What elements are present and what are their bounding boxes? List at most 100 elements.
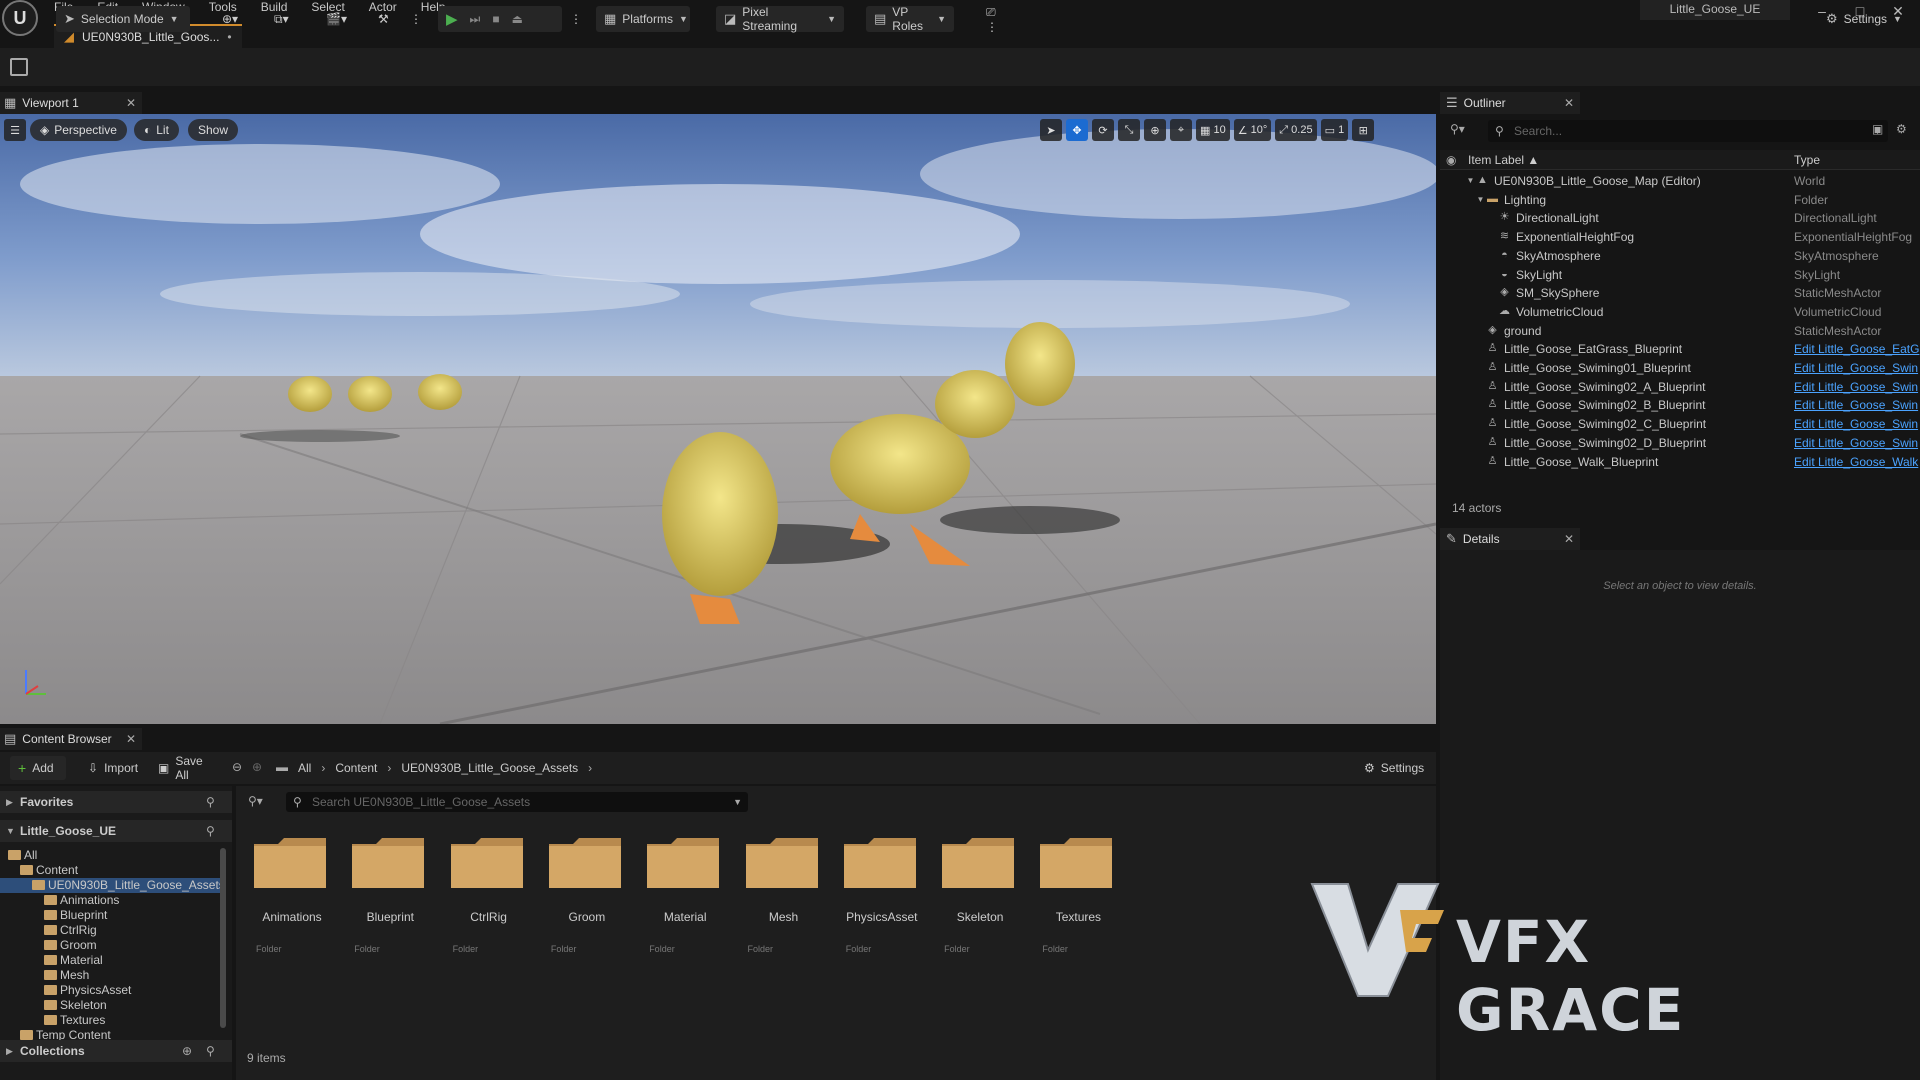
step-icon[interactable]: ⏭ xyxy=(470,12,481,27)
tree-folder[interactable]: Mesh xyxy=(0,968,220,983)
outliner-row[interactable]: ♙ Little_Goose_Swiming02_C_Blueprint Edit … xyxy=(1440,415,1920,434)
build-icon[interactable]: ⚒ xyxy=(370,6,400,32)
folder-tile[interactable]: CtrlRig Folder xyxy=(441,826,531,966)
unreal-logo-icon[interactable]: U xyxy=(2,0,38,36)
translate-tool-icon[interactable]: ✥ xyxy=(1066,119,1088,141)
breadcrumb-separator-icon[interactable]: › xyxy=(588,761,592,775)
search-icon[interactable]: ⚲ xyxy=(206,791,215,813)
scale-tool-icon[interactable]: ⤡ xyxy=(1118,119,1140,141)
details-tab[interactable]: ✎ Details ✕ xyxy=(1440,528,1580,550)
tree-folder[interactable]: Textures xyxy=(0,1013,220,1028)
outliner-row[interactable]: ☀ DirectionalLight DirectionalLight xyxy=(1440,209,1920,228)
outliner-row[interactable]: ♙ Little_Goose_Swiming01_Blueprint Edit Li… xyxy=(1440,359,1920,378)
outliner-row[interactable]: ≋ ExponentialHeightFog ExponentialHeightFo… xyxy=(1440,228,1920,247)
content-browser-tab[interactable]: ▤ Content Browser ✕ xyxy=(0,728,142,750)
device-output-icon[interactable]: ⎚ ⋮ xyxy=(978,5,1014,34)
select-tool-icon[interactable]: ➤ xyxy=(1040,119,1062,141)
outliner-tab[interactable]: ☰ Outliner ✕ xyxy=(1440,92,1580,114)
breadcrumb-separator-icon[interactable]: › xyxy=(321,761,325,775)
folder-tile[interactable]: Material Folder xyxy=(637,826,727,966)
breadcrumb-item[interactable]: UE0N930B_Little_Goose_Assets xyxy=(401,761,578,775)
grid-snap-button[interactable]: ▦ 10 xyxy=(1196,119,1230,141)
collections-section[interactable]: ▶ Collections ⊕ ⚲ xyxy=(0,1040,232,1062)
close-tab-icon[interactable]: ✕ xyxy=(1564,96,1574,110)
search-icon[interactable]: ⚲ xyxy=(206,1040,215,1062)
edit-blueprint-link[interactable]: Edit Little_Goose_Swin xyxy=(1794,398,1918,412)
level-viewport[interactable]: ☰ ◈ Perspective ◐ Lit Show ➤ ✥ ⟳ ⤡ ⊕ ⌖ ▦… xyxy=(0,114,1436,724)
perspective-button[interactable]: ◈ Perspective xyxy=(30,119,127,141)
viewport-tab[interactable]: ▦ Viewport 1 ✕ xyxy=(0,92,142,114)
vp-roles-button[interactable]: ▤ VP Roles ▼ xyxy=(866,5,954,33)
blueprint-icon[interactable]: ⧉▾ xyxy=(266,6,306,32)
content-settings-button[interactable]: ⚙ Settings xyxy=(1356,756,1432,780)
item-label-column[interactable]: Item Label ▲ xyxy=(1468,153,1539,167)
import-button[interactable]: ⇩ Import xyxy=(80,756,144,780)
filter-icon[interactable]: ⚲▾ xyxy=(248,794,263,808)
tree-scrollbar[interactable] xyxy=(220,848,226,1028)
tree-folder[interactable]: UE0N930B_Little_Goose_Assets xyxy=(0,878,220,893)
edit-blueprint-link[interactable]: Edit Little_Goose_EatG xyxy=(1794,342,1919,356)
add-button[interactable]: + Add xyxy=(10,756,66,780)
tree-folder[interactable]: Blueprint xyxy=(0,908,220,923)
rotate-tool-icon[interactable]: ⟳ xyxy=(1092,119,1114,141)
outliner-row[interactable]: ◓ SkyAtmosphere SkyAtmosphere xyxy=(1440,247,1920,266)
edit-blueprint-link[interactable]: Edit Little_Goose_Swin xyxy=(1794,361,1918,375)
tree-folder[interactable]: Material xyxy=(0,953,220,968)
edit-blueprint-link[interactable]: Edit Little_Goose_Swin xyxy=(1794,417,1918,431)
filter-icon[interactable]: ⚲▾ xyxy=(1450,122,1465,136)
tree-folder[interactable]: Skeleton xyxy=(0,998,220,1013)
platforms-button[interactable]: ▦ Platforms ▼ xyxy=(596,6,690,32)
history-back-icon[interactable]: ⊖ xyxy=(232,760,242,774)
tree-folder[interactable]: PhysicsAsset xyxy=(0,983,220,998)
add-actor-icon[interactable]: ⊕▾ xyxy=(214,6,254,32)
outliner-row[interactable]: ◈ ground StaticMeshActor xyxy=(1440,322,1920,341)
stop-icon[interactable]: ■ xyxy=(492,12,499,26)
asset-search-input[interactable]: ⚲ Search UE0N930B_Little_Goose_Assets ▼ xyxy=(286,792,748,812)
selection-mode-button[interactable]: ➤ Selection Mode ▼ xyxy=(56,6,190,32)
world-space-icon[interactable]: ⊕ xyxy=(1144,119,1166,141)
outliner-row[interactable]: ▼ ▲ UE0N930B_Little_Goose_Map (Editor) Worl… xyxy=(1440,172,1920,191)
gear-icon[interactable]: ⚙ xyxy=(1896,122,1907,136)
outliner-row[interactable]: ◒ SkyLight SkyLight xyxy=(1440,266,1920,285)
folder-tile[interactable]: PhysicsAsset Folder xyxy=(834,826,924,966)
tree-folder[interactable]: All xyxy=(0,848,220,863)
edit-blueprint-link[interactable]: Edit Little_Goose_Walk xyxy=(1794,455,1918,469)
tree-folder[interactable]: Content xyxy=(0,863,220,878)
folder-tile[interactable]: Textures Folder xyxy=(1030,826,1120,966)
show-button[interactable]: Show xyxy=(188,119,239,141)
outliner-row[interactable]: ♙ Little_Goose_EatGrass_Blueprint Edit Lit… xyxy=(1440,340,1920,359)
edit-blueprint-link[interactable]: Edit Little_Goose_Swin xyxy=(1794,380,1918,394)
add-folder-icon[interactable]: ▣ xyxy=(1872,122,1883,136)
outliner-row[interactable]: ♙ Little_Goose_Walk_Blueprint Edit Little_… xyxy=(1440,453,1920,472)
outliner-row[interactable]: ♙ Little_Goose_Swiming02_A_Blueprint Edit … xyxy=(1440,378,1920,397)
more-options-icon[interactable]: ⋮ xyxy=(402,6,422,32)
tree-folder[interactable]: Groom xyxy=(0,938,220,953)
folder-tile[interactable]: Blueprint Folder xyxy=(342,826,432,966)
project-section[interactable]: ▼ Little_Goose_UE ⚲ xyxy=(0,820,232,842)
outliner-row[interactable]: ◈ SM_SkySphere StaticMeshActor xyxy=(1440,284,1920,303)
breadcrumb-separator-icon[interactable]: › xyxy=(387,761,391,775)
save-all-button[interactable]: ▣ Save All xyxy=(150,754,224,782)
lit-button[interactable]: ◐ Lit xyxy=(134,119,179,141)
play-options-icon[interactable]: ⋮ xyxy=(562,6,582,32)
folder-tile[interactable]: Mesh Folder xyxy=(736,826,826,966)
history-forward-icon[interactable]: ⊕ xyxy=(252,760,262,774)
visibility-eye-icon[interactable]: ◉ xyxy=(1446,153,1456,167)
angle-snap-button[interactable]: ∠ 10° xyxy=(1233,119,1272,141)
layout-icon[interactable]: ⊞ xyxy=(1352,119,1375,141)
breadcrumb-item[interactable]: Content xyxy=(335,761,377,775)
type-column[interactable]: Type xyxy=(1794,153,1820,167)
close-tab-icon[interactable]: ✕ xyxy=(126,732,136,746)
camera-speed-button[interactable]: ▭ 1 xyxy=(1320,119,1349,141)
breadcrumb-item[interactable]: All xyxy=(298,761,311,775)
cinematics-icon[interactable]: 🎬▾ xyxy=(318,6,358,32)
outliner-search-input[interactable]: ⚲ Search... ▼ xyxy=(1488,120,1888,142)
outliner-row[interactable]: ♙ Little_Goose_Swiming02_D_Blueprint Edit … xyxy=(1440,434,1920,453)
folder-tile[interactable]: Groom Folder xyxy=(539,826,629,966)
tree-folder[interactable]: Animations xyxy=(0,893,220,908)
outliner-row[interactable]: ♙ Little_Goose_Swiming02_B_Blueprint Edit … xyxy=(1440,396,1920,415)
favorites-section[interactable]: ▶ Favorites ⚲ xyxy=(0,791,232,813)
add-collection-icon[interactable]: ⊕ xyxy=(182,1040,192,1062)
folder-tile[interactable]: Skeleton Folder xyxy=(932,826,1022,966)
outliner-row[interactable]: ☁ VolumetricCloud VolumetricCloud xyxy=(1440,303,1920,322)
